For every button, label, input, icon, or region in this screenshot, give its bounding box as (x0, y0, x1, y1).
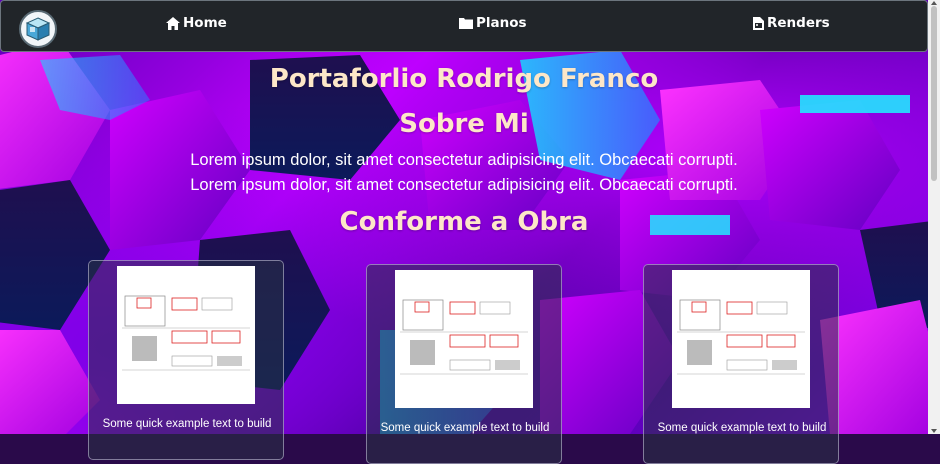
about-text-line-2: Lorem ipsum dolor, sit amet consectetur … (190, 176, 738, 194)
card-text: Some quick example text to build (102, 418, 272, 430)
scroll-thumb[interactable] (931, 6, 937, 181)
page-title: Portaforlio Rodrigo Franco (269, 64, 659, 94)
house-icon (166, 16, 180, 30)
nav-renders-link[interactable]: Renders (753, 15, 830, 31)
project-card-1[interactable]: Some quick example text to build (88, 260, 284, 460)
page-scrollbar[interactable] (928, 0, 940, 434)
about-heading: Sobre Mi (399, 109, 529, 139)
about-text-line-1: Lorem ipsum dolor, sit amet consectetur … (190, 151, 738, 169)
folder-icon (459, 17, 473, 29)
nav-home-link[interactable]: Home (166, 15, 227, 31)
file-image-icon (753, 16, 764, 30)
floor-plan-image (672, 270, 810, 408)
top-navbar: Home Planos Renders (0, 0, 928, 52)
nav-planos-label: Planos (476, 15, 527, 31)
project-card-2[interactable]: Some quick example text to build (366, 264, 562, 464)
nav-planos-link[interactable]: Planos (459, 15, 527, 31)
card-text: Some quick example text to build (657, 422, 827, 434)
scroll-up-icon[interactable] (931, 1, 937, 5)
nav-renders-label: Renders (767, 15, 830, 31)
scroll-down-icon[interactable] (931, 429, 937, 433)
floor-plan-image (395, 270, 533, 408)
logo-icon[interactable] (19, 10, 57, 48)
section-heading: Conforme a Obra (339, 207, 589, 237)
card-text: Some quick example text to build (380, 422, 550, 434)
floor-plan-image (117, 266, 255, 404)
nav-home-label: Home (183, 15, 227, 31)
project-card-3[interactable]: Some quick example text to build (643, 264, 839, 464)
